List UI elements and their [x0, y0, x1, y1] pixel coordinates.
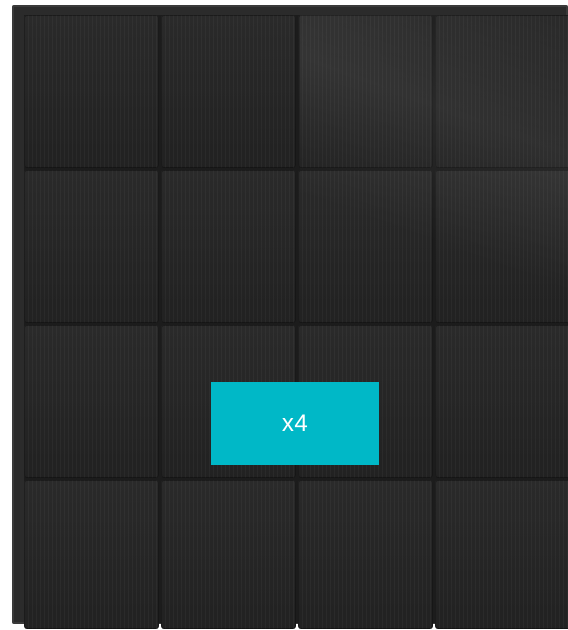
quantity-badge: x4	[211, 382, 379, 465]
solar-cell	[298, 15, 433, 168]
solar-cell	[435, 170, 568, 323]
solar-cell	[24, 480, 159, 629]
solar-cell	[161, 480, 296, 629]
solar-cell	[24, 325, 159, 478]
quantity-label: x4	[281, 409, 309, 437]
solar-cell	[435, 325, 568, 478]
solar-cell-grid	[24, 15, 568, 629]
solar-cell	[298, 170, 433, 323]
solar-cell	[24, 170, 159, 323]
solar-cell	[298, 480, 433, 629]
solar-cell	[435, 15, 568, 168]
solar-cell	[161, 15, 296, 168]
solar-cell	[24, 15, 159, 168]
solar-cell	[435, 480, 568, 629]
solar-cell	[161, 170, 296, 323]
product-image: x4	[0, 0, 568, 630]
